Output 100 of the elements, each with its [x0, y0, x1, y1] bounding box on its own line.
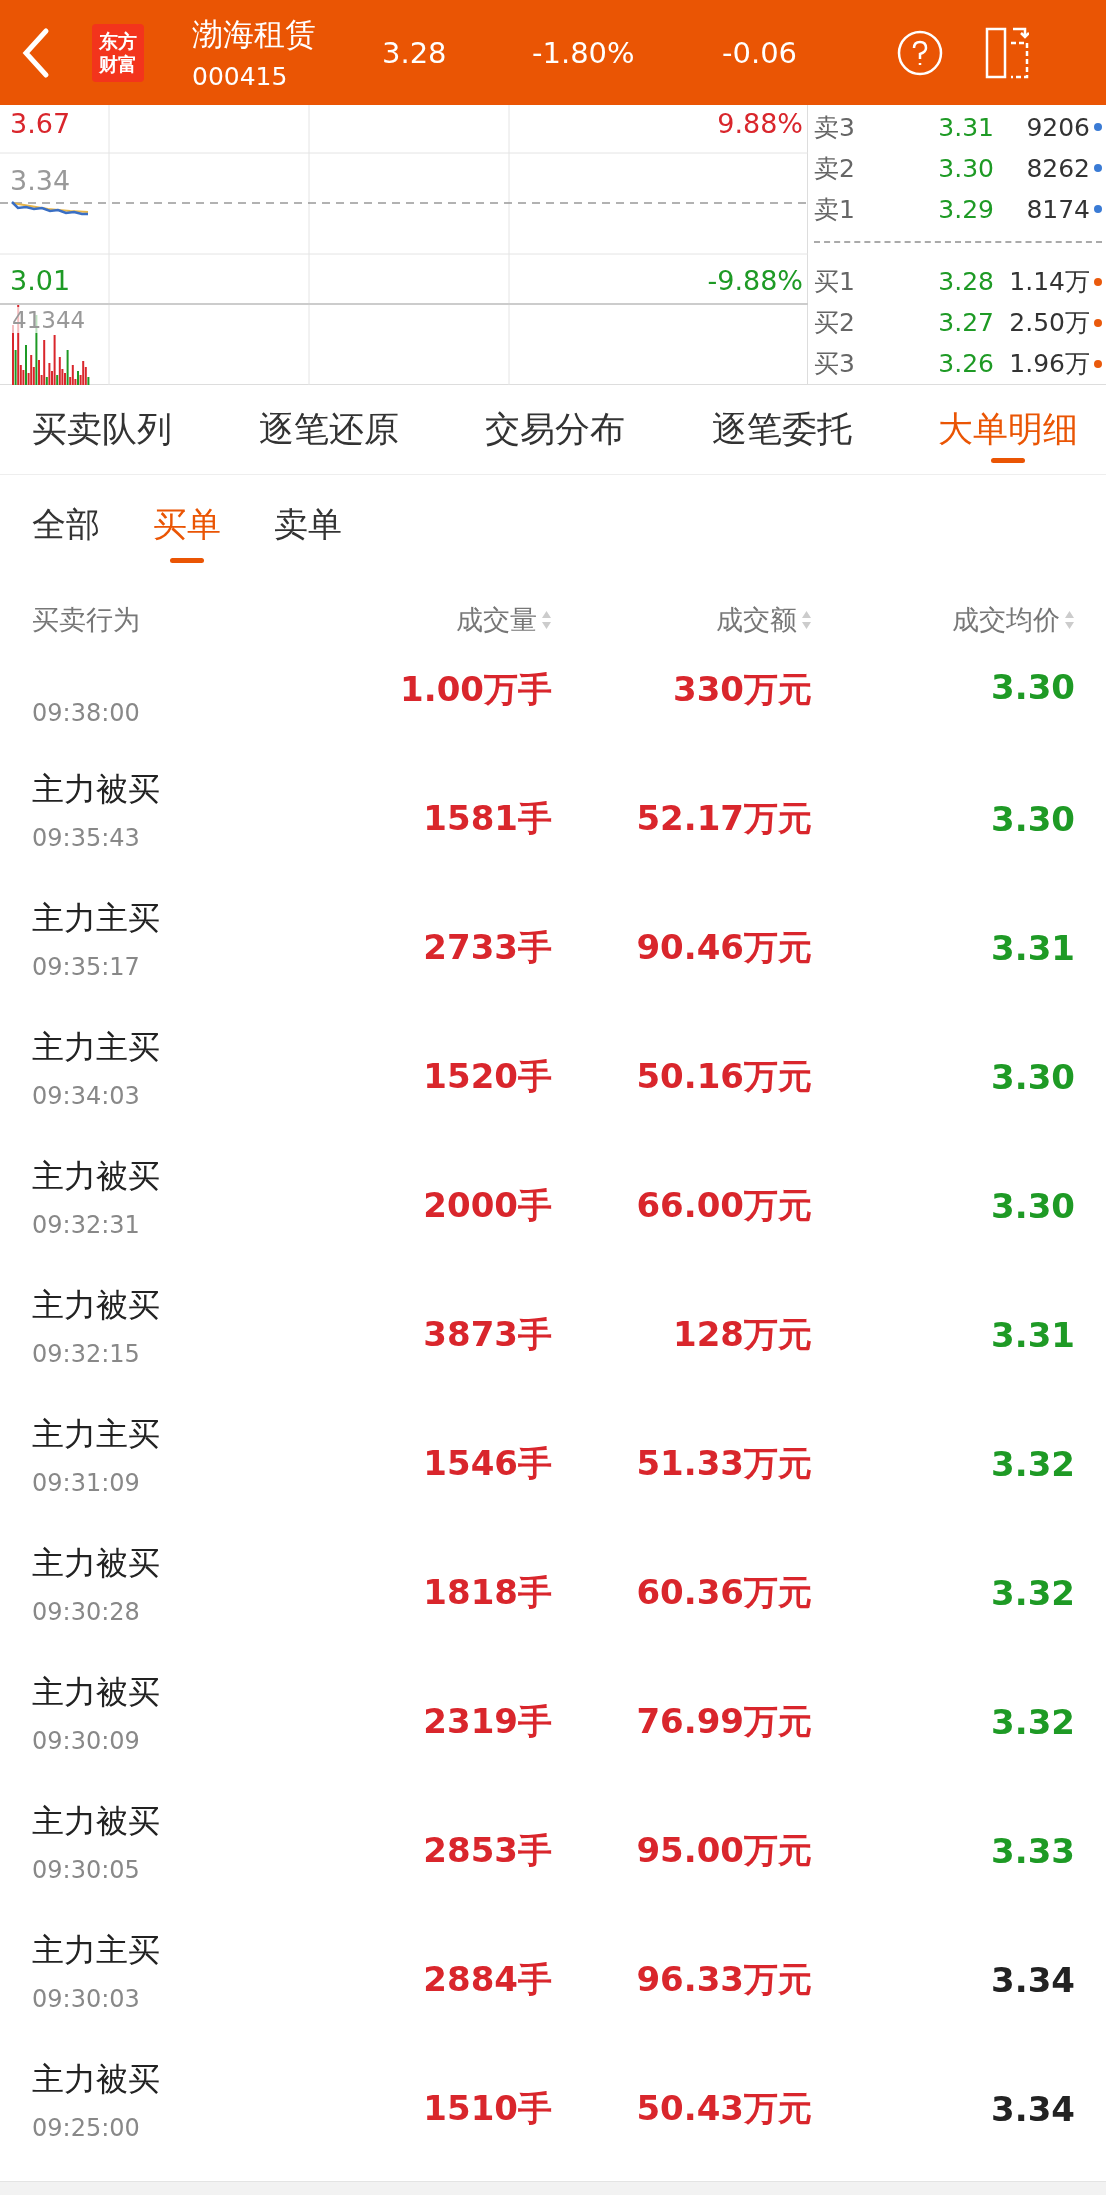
order-level-label: 卖1: [814, 193, 856, 226]
column-header[interactable]: 成交额: [716, 602, 797, 638]
low-price-label: 3.01: [10, 265, 71, 296]
tab[interactable]: 买卖队列: [32, 384, 172, 475]
average-price: 3.31: [990, 926, 1075, 968]
trade-action: 主力被买: [32, 1155, 161, 1197]
average-price: 3.31: [990, 1313, 1075, 1355]
trade-volume: 1.00万手: [399, 668, 552, 711]
high-price-label: 3.67: [10, 108, 71, 139]
trade-time: 09:30:05: [32, 1855, 141, 1884]
order-price: 3.29: [937, 194, 994, 224]
order-price: 3.28: [937, 267, 994, 297]
trade-volume: 1520手: [422, 1054, 552, 1098]
trade-time: 09:32:15: [32, 1339, 141, 1368]
logo-text: 东方: [99, 29, 137, 53]
help-icon[interactable]: [897, 29, 943, 76]
order-quantity: 2.50万: [1008, 307, 1090, 340]
trade-amount: 52.17万元: [635, 796, 812, 840]
trade-amount: 128万元: [672, 1312, 812, 1356]
average-price: 3.30: [990, 797, 1075, 839]
trade-amount: 50.43万元: [635, 2086, 812, 2130]
order-level-label: 卖3: [814, 111, 856, 144]
logo-text: 财富: [99, 52, 137, 76]
average-price: 3.32: [990, 1442, 1075, 1484]
trade-volume: 2000手: [422, 1183, 552, 1227]
trade-volume: 1510手: [422, 2086, 552, 2130]
column-header: 买卖行为: [32, 603, 141, 637]
order-quantity: 1.96万: [1008, 348, 1090, 381]
order-level-label: 买3: [814, 348, 856, 381]
trade-volume: 1546手: [422, 1441, 552, 1485]
trade-time: 09:30:03: [32, 1984, 141, 2013]
average-price: 3.30: [990, 666, 1075, 707]
order-price: 3.30: [937, 153, 994, 183]
trade-amount: 95.00万元: [635, 1828, 812, 1872]
tab[interactable]: 大单明细: [938, 384, 1078, 475]
trade-volume: 2733手: [422, 925, 552, 969]
order-level-label: 买2: [814, 307, 856, 340]
trade-amount: 90.46万元: [635, 925, 812, 969]
trade-action: 主力被买: [32, 1284, 161, 1326]
order-quantity: 9206: [1025, 112, 1090, 142]
order-quantity: 1.14万: [1008, 266, 1090, 299]
trade-volume: 3873手: [422, 1312, 552, 1356]
average-price: 3.32: [990, 1700, 1075, 1742]
average-price: 3.33: [990, 1829, 1075, 1871]
trade-volume: 1818手: [422, 1570, 552, 1614]
order-level-label: 卖2: [814, 152, 856, 185]
trade-volume: 2853手: [422, 1828, 552, 1872]
order-level-label: 买1: [814, 266, 856, 299]
order-price: 3.26: [937, 349, 994, 379]
trade-amount: 60.36万元: [635, 1570, 812, 1614]
trade-amount: 50.16万元: [635, 1054, 812, 1098]
trade-time: 09:31:09: [32, 1468, 141, 1497]
trade-action: 主力被买: [32, 768, 161, 810]
order-quantity: 8262: [1025, 153, 1090, 183]
change-percent: -1.80%: [532, 35, 636, 70]
prev-close-label: 3.34: [10, 165, 71, 196]
trade-action: 主力主买: [32, 1929, 161, 1971]
trade-time: 09:32:31: [32, 1210, 141, 1239]
trade-amount: 96.33万元: [635, 1957, 812, 2001]
stock-name: 渤海租赁: [192, 15, 317, 54]
tab[interactable]: 交易分布: [485, 384, 625, 475]
high-percent-label: 9.88%: [717, 108, 803, 139]
low-percent-label: -9.88%: [707, 265, 803, 296]
trade-time: 09:35:43: [32, 823, 141, 852]
trade-action: 主力被买: [32, 2058, 161, 2100]
trade-volume: 2884手: [422, 1957, 552, 2001]
average-price: 3.30: [990, 1055, 1075, 1097]
trade-action: 主力主买: [32, 1026, 161, 1068]
filter-tab[interactable]: 卖单: [274, 475, 342, 575]
trade-action: 主力主买: [32, 1413, 161, 1455]
order-price: 3.27: [937, 308, 994, 338]
trade-amount: 330万元: [672, 668, 812, 711]
stock-code: 000415: [192, 62, 289, 91]
column-header[interactable]: 成交均价: [952, 602, 1060, 638]
tab[interactable]: 逐笔委托: [711, 384, 852, 475]
order-price: 3.31: [937, 112, 994, 142]
last-price: 3.28: [382, 35, 448, 70]
trade-amount: 76.99万元: [635, 1699, 812, 1743]
trade-action: 主力主买: [32, 897, 161, 939]
column-header[interactable]: 成交量: [456, 602, 537, 638]
trade-amount: 66.00万元: [635, 1183, 812, 1227]
trade-time: 09:30:28: [32, 1597, 141, 1626]
average-price: 3.34: [990, 1958, 1075, 2000]
trade-amount: 51.33万元: [635, 1441, 812, 1485]
trade-volume: 1581手: [422, 796, 552, 840]
trade-time: 09:25:00: [32, 2113, 141, 2142]
trade-time: 09:38:00: [32, 699, 141, 727]
average-price: 3.34: [990, 2087, 1075, 2129]
average-price: 3.30: [990, 1184, 1075, 1226]
trade-action: 主力被买: [32, 1800, 161, 1842]
tab[interactable]: 逐笔还原: [258, 384, 399, 475]
trade-action: 主力被买: [32, 1542, 161, 1584]
filter-tab[interactable]: 买单: [153, 475, 221, 575]
average-price: 3.32: [990, 1571, 1075, 1613]
filter-tab[interactable]: 全部: [32, 475, 100, 575]
order-quantity: 8174: [1025, 194, 1090, 224]
trade-volume: 2319手: [422, 1699, 552, 1743]
price-change: -0.06: [722, 35, 799, 70]
trade-time: 09:34:03: [32, 1081, 141, 1110]
trade-action: 主力被买: [32, 1671, 161, 1713]
